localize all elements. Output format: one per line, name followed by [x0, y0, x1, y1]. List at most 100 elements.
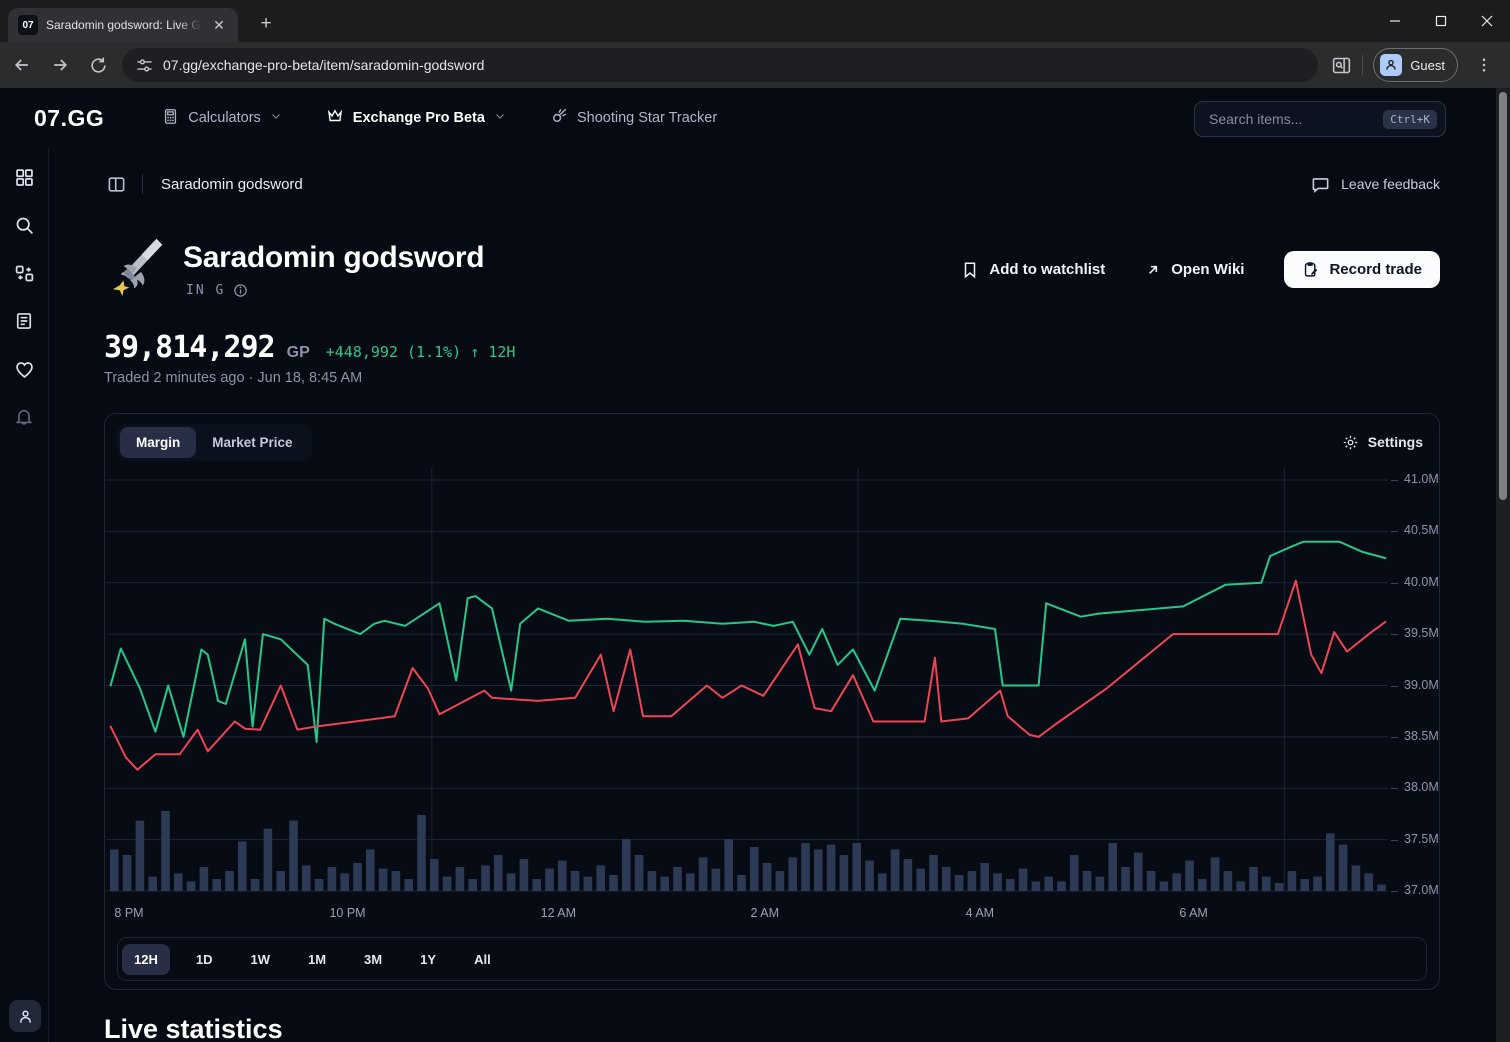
x-axis-label: 2 AM	[751, 906, 780, 920]
url-text[interactable]: 07.gg/exchange-pro-beta/item/saradomin-g…	[163, 57, 484, 73]
time-range-selector: 12H 1D 1W 1M 3M 1Y All	[117, 937, 1427, 981]
item-sprite-saradomin-godsword	[108, 235, 170, 297]
y-axis-label: 40.0M	[1404, 575, 1439, 589]
sidebar	[0, 148, 49, 1042]
y-axis-label: 41.0M	[1404, 472, 1439, 486]
leave-feedback-button[interactable]: Leave feedback	[1311, 175, 1440, 194]
y-axis-label: 39.5M	[1404, 626, 1439, 640]
forward-button[interactable]	[44, 49, 76, 81]
y-axis-label: 37.5M	[1404, 832, 1439, 846]
site-favicon: 07	[18, 15, 38, 35]
new-tab-button[interactable]: +	[252, 10, 280, 38]
reload-button[interactable]	[82, 49, 114, 81]
nav-item-exchange-pro-beta[interactable]: Exchange Pro Beta	[326, 107, 506, 129]
sidebar-search-icon[interactable]	[10, 211, 38, 239]
sidebar-dashboard-icon[interactable]	[10, 163, 38, 191]
price-change: +448,992 (1.1%) ↑ 12H	[326, 343, 516, 361]
price-chart[interactable]	[106, 461, 1390, 896]
x-axis-label: 10 PM	[329, 906, 365, 920]
sidebar-heart-icon[interactable]	[10, 355, 38, 383]
chart-panel: MarginMarket Price Settings 41.0M 40.5M 40…	[104, 413, 1440, 990]
y-axis-label: 39.0M	[1404, 678, 1439, 692]
chart-settings-button[interactable]: Settings	[1342, 434, 1423, 451]
live-statistics-heading: Live statistics	[104, 1014, 283, 1042]
toolbar-divider	[1362, 55, 1363, 75]
x-axis-label: 6 AM	[1179, 906, 1208, 920]
side-search-icon[interactable]	[1331, 55, 1352, 76]
range-button-1y[interactable]: 1Y	[408, 944, 448, 975]
profile-label: Guest	[1410, 58, 1445, 73]
range-button-all[interactable]: All	[462, 944, 503, 975]
y-axis-label: 40.5M	[1404, 523, 1439, 537]
y-axis-label: 38.5M	[1404, 729, 1439, 743]
chart-tab-margin[interactable]: Margin	[120, 427, 196, 458]
x-axis-label: 12 AM	[541, 906, 576, 920]
info-icon[interactable]	[233, 283, 248, 298]
x-axis-label: 8 PM	[114, 906, 143, 920]
record-trade-button[interactable]: Record trade	[1284, 251, 1440, 288]
comet-icon	[550, 107, 568, 129]
gear-icon	[1342, 434, 1359, 451]
range-button-12h[interactable]: 12H	[122, 944, 170, 975]
window-close-button[interactable]	[1464, 0, 1510, 42]
window-maximize-button[interactable]	[1418, 0, 1464, 42]
search-placeholder: Search items...	[1209, 111, 1383, 127]
chart-x-axis: 8 PM 10 PM 12 AM 2 AM 4 AM 6 AM	[106, 906, 1390, 922]
chart-tab-group: MarginMarket Price	[117, 424, 312, 461]
add-to-watchlist-button[interactable]: Add to watchlist	[961, 261, 1105, 279]
y-axis-label: 38.0M	[1404, 780, 1439, 794]
bookmark-icon	[961, 261, 979, 279]
item-subtitle: IN G	[186, 283, 225, 298]
search-shortcut-badge: Ctrl+K	[1383, 110, 1437, 129]
page-scrollbar[interactable]	[1496, 88, 1510, 1042]
site-logo[interactable]: 07.GG	[34, 105, 104, 132]
site-settings-icon[interactable]	[136, 57, 153, 74]
sidebar-news-icon[interactable]	[10, 307, 38, 335]
profile-icon[interactable]	[9, 1000, 41, 1032]
crown-icon	[326, 107, 344, 129]
breadcrumb: Saradomin godsword	[161, 176, 303, 193]
clipboard-pen-icon	[1302, 261, 1319, 278]
arrow-up-right-icon	[1145, 262, 1161, 278]
range-button-3m[interactable]: 3M	[352, 944, 394, 975]
nav-label: Calculators	[188, 110, 261, 126]
tab-close-icon[interactable]: ✕	[210, 16, 228, 34]
chart-tab-market-price[interactable]: Market Price	[196, 427, 308, 458]
series-low	[111, 581, 1386, 770]
nav-label: Exchange Pro Beta	[353, 110, 485, 126]
y-axis-label: 37.0M	[1404, 883, 1439, 897]
chevron-down-icon	[494, 110, 506, 126]
price-value: 39,814,292	[104, 330, 275, 365]
nav-item-shooting-star-tracker[interactable]: Shooting Star Tracker	[550, 107, 717, 129]
browser-titlebar: 07 Saradomin godsword: Live GE P ✕ +	[0, 0, 1510, 42]
nav-label: Shooting Star Tracker	[577, 110, 717, 126]
range-button-1m[interactable]: 1M	[296, 944, 338, 975]
range-button-1w[interactable]: 1W	[238, 944, 282, 975]
tab-title: Saradomin godsword: Live GE P	[46, 18, 202, 32]
sidebar-compare-icon[interactable]	[10, 259, 38, 287]
profile-avatar-icon	[1380, 54, 1402, 76]
item-title: Saradomin godsword	[183, 241, 484, 275]
last-traded-text: Traded 2 minutes ago · Jun 18, 8:45 AM	[104, 370, 362, 386]
url-bar[interactable]: 07.gg/exchange-pro-beta/item/saradomin-g…	[122, 48, 1318, 82]
browser-menu-icon[interactable]	[1468, 49, 1500, 81]
x-axis-label: 4 AM	[966, 906, 995, 920]
sidebar-bell-icon[interactable]	[10, 403, 38, 431]
site-header: 07.GG Calculators Exchange Pro Beta Shooti…	[0, 88, 1496, 148]
profile-button[interactable]: Guest	[1373, 48, 1458, 82]
search-input[interactable]: Search items... Ctrl+K	[1194, 101, 1446, 137]
browser-tab[interactable]: 07 Saradomin godsword: Live GE P ✕	[8, 8, 238, 42]
breadcrumb-divider	[142, 174, 143, 194]
chat-bubble-icon	[1311, 175, 1330, 194]
scrollbar-thumb[interactable]	[1499, 92, 1507, 500]
nav-item-calculators[interactable]: Calculators	[162, 108, 282, 129]
calculator-icon	[162, 108, 179, 129]
open-wiki-button[interactable]: Open Wiki	[1145, 261, 1244, 278]
screen: 07 Saradomin godsword: Live GE P ✕ + 07.…	[0, 0, 1510, 1042]
leave-feedback-label: Leave feedback	[1341, 176, 1440, 192]
range-button-1d[interactable]: 1D	[184, 944, 225, 975]
chart-right-axis	[1439, 466, 1440, 896]
window-minimize-button[interactable]	[1372, 0, 1418, 42]
panel-toggle-icon[interactable]	[104, 172, 128, 196]
back-button[interactable]	[6, 49, 38, 81]
